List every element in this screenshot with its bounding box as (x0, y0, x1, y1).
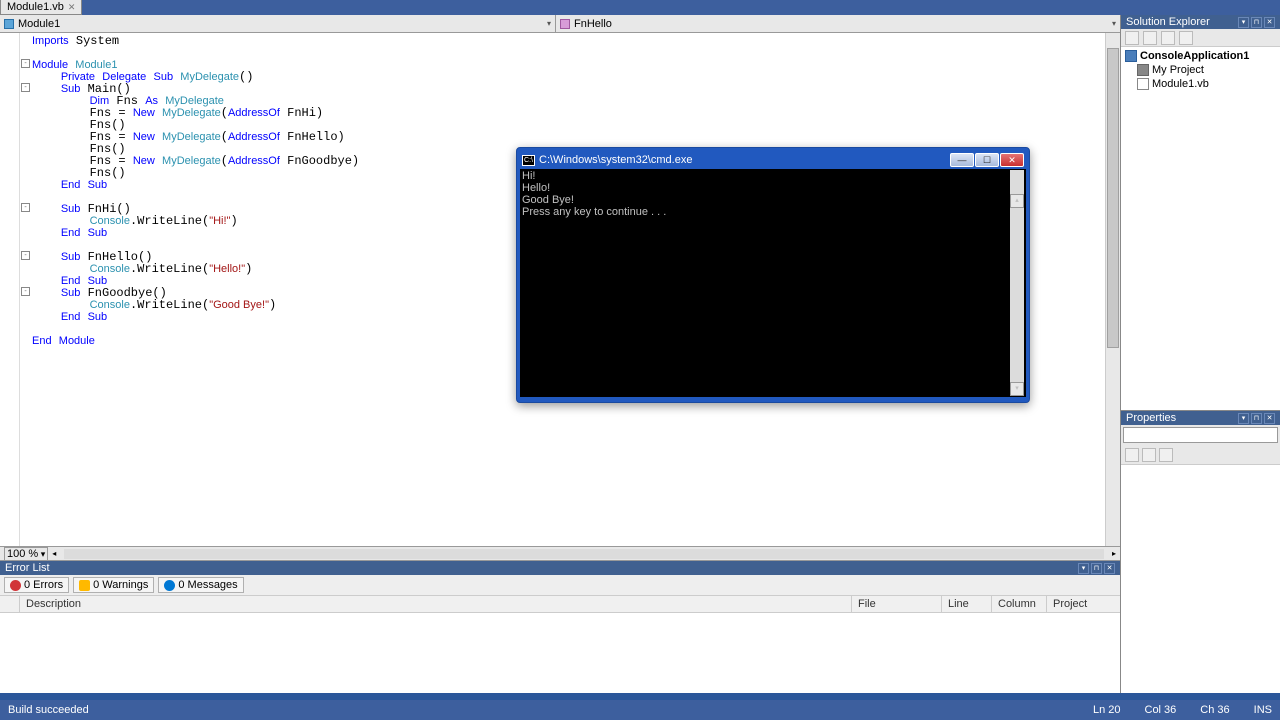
fold-toggle[interactable]: - (21, 59, 30, 68)
fold-toggle[interactable]: - (21, 251, 30, 260)
console-output[interactable]: Hi! Hello! Good Bye! Press any key to co… (520, 169, 1026, 397)
errors-filter-button[interactable]: 0 Errors (4, 577, 69, 593)
console-title-bar[interactable]: C:\ C:\Windows\system32\cmd.exe — ☐ ✕ (520, 151, 1026, 169)
col-file[interactable]: File (852, 596, 942, 612)
tree-item-label: ConsoleApplication1 (1140, 50, 1249, 62)
status-ins: INS (1254, 704, 1272, 716)
panel-title: Properties (1126, 412, 1176, 424)
pin-icon[interactable]: ⊓ (1251, 413, 1262, 424)
close-icon[interactable]: ✕ (1264, 413, 1275, 424)
tree-item-label: My Project (1152, 64, 1204, 76)
solution-explorer-title-bar[interactable]: Solution Explorer ▾ ⊓ ✕ (1121, 15, 1280, 29)
tab-label: Module1.vb (7, 1, 64, 13)
member-dropdown[interactable]: FnHello ▾ (556, 15, 1120, 32)
pin-icon[interactable]: ⊓ (1251, 17, 1262, 28)
scope-label: Module1 (18, 18, 60, 30)
properties-grid[interactable] (1121, 465, 1280, 693)
properties-page-icon[interactable] (1159, 448, 1173, 462)
fold-toggle[interactable]: - (21, 287, 30, 296)
fold-toggle[interactable]: - (21, 83, 30, 92)
file-icon (1137, 78, 1149, 90)
cmd-icon: C:\ (522, 155, 535, 166)
close-icon[interactable]: ✕ (68, 2, 76, 13)
properties-object-dropdown[interactable] (1123, 427, 1278, 443)
navigation-bar: Module1 ▾ FnHello ▾ (0, 15, 1120, 33)
error-list-headers: Description File Line Column Project (0, 596, 1120, 613)
editor-gutter (0, 33, 20, 546)
horizontal-scrollbar[interactable] (64, 549, 1104, 559)
error-list-panel: Error List ▾ ⊓ ✕ 0 Errors 0 Warnings 0 M… (0, 560, 1120, 693)
categorized-icon[interactable] (1125, 448, 1139, 462)
close-icon[interactable]: ✕ (1104, 563, 1115, 574)
chevron-left-icon[interactable]: ◂ (52, 549, 56, 558)
properties-icon[interactable] (1125, 31, 1139, 45)
vb-icon (1125, 50, 1137, 62)
close-icon[interactable]: ✕ (1264, 17, 1275, 28)
messages-filter-button[interactable]: 0 Messages (158, 577, 243, 593)
view-icon[interactable] (1179, 31, 1193, 45)
chevron-down-icon: ▾ (1112, 19, 1116, 28)
mouse-cursor: ➤ (533, 313, 545, 330)
scope-dropdown[interactable]: Module1 ▾ (0, 15, 556, 32)
panel-title: Error List (5, 562, 50, 574)
alphabetical-icon[interactable] (1142, 448, 1156, 462)
outline-column: - - - - - (20, 33, 32, 546)
col-project[interactable]: Project (1047, 596, 1120, 612)
chevron-down-icon: ▾ (547, 19, 551, 28)
member-label: FnHello (574, 18, 612, 30)
scroll-up-icon[interactable]: ▴ (1010, 194, 1024, 208)
col-description[interactable]: Description (20, 596, 852, 612)
dropdown-icon[interactable]: ▾ (1078, 563, 1089, 574)
properties-title-bar[interactable]: Properties ▾ ⊓ ✕ (1121, 411, 1280, 425)
tree-item[interactable]: ConsoleApplication1 (1123, 49, 1278, 63)
col-column[interactable]: Column (992, 596, 1047, 612)
module-icon (4, 19, 14, 29)
col-line[interactable]: Line (942, 596, 992, 612)
warning-icon (79, 580, 90, 591)
console-scrollbar[interactable]: ▴ ▾ (1010, 170, 1024, 396)
proj-icon (1137, 64, 1149, 76)
error-icon (10, 580, 21, 591)
fold-toggle[interactable]: - (21, 203, 30, 212)
error-list-body[interactable] (0, 613, 1120, 693)
show-all-icon[interactable] (1143, 31, 1157, 45)
console-title: C:\Windows\system32\cmd.exe (539, 154, 692, 166)
zoom-dropdown[interactable]: 100 % ▾ (4, 547, 48, 561)
solution-tree[interactable]: ConsoleApplication1 My Project Module1.vb (1121, 47, 1280, 410)
editor-footer: 100 % ▾ ◂ ▸ (0, 546, 1120, 560)
tree-item[interactable]: My Project (1123, 63, 1278, 77)
chevron-right-icon[interactable]: ▸ (1112, 549, 1116, 558)
pin-icon[interactable]: ⊓ (1091, 563, 1102, 574)
refresh-icon[interactable] (1161, 31, 1175, 45)
method-icon (560, 19, 570, 29)
vertical-scrollbar[interactable] (1105, 33, 1120, 546)
status-line: Ln 20 (1093, 704, 1121, 716)
status-bar: Build succeeded Ln 20 Col 36 Ch 36 INS (0, 700, 1280, 720)
dropdown-icon[interactable]: ▾ (1238, 413, 1249, 424)
error-filter-toolbar: 0 Errors 0 Warnings 0 Messages (0, 575, 1120, 596)
dropdown-icon[interactable]: ▾ (1238, 17, 1249, 28)
document-tab-strip: Module1.vb ✕ (0, 0, 1280, 15)
scroll-thumb[interactable] (1107, 48, 1119, 348)
close-button[interactable]: ✕ (1000, 153, 1024, 167)
warnings-filter-button[interactable]: 0 Warnings (73, 577, 154, 593)
solution-toolbar (1121, 29, 1280, 47)
minimize-button[interactable]: — (950, 153, 974, 167)
build-status: Build succeeded (8, 704, 89, 716)
panel-title: Solution Explorer (1126, 16, 1210, 28)
console-window[interactable]: C:\ C:\Windows\system32\cmd.exe — ☐ ✕ Hi… (516, 147, 1030, 403)
status-col: Col 36 (1145, 704, 1177, 716)
error-list-title-bar[interactable]: Error List ▾ ⊓ ✕ (0, 561, 1120, 575)
properties-toolbar (1121, 445, 1280, 465)
maximize-button[interactable]: ☐ (975, 153, 999, 167)
info-icon (164, 580, 175, 591)
scroll-down-icon[interactable]: ▾ (1010, 382, 1024, 396)
status-ch: Ch 36 (1200, 704, 1229, 716)
tree-item[interactable]: Module1.vb (1123, 77, 1278, 91)
document-tab[interactable]: Module1.vb ✕ (0, 0, 82, 15)
tree-item-label: Module1.vb (1152, 78, 1209, 90)
